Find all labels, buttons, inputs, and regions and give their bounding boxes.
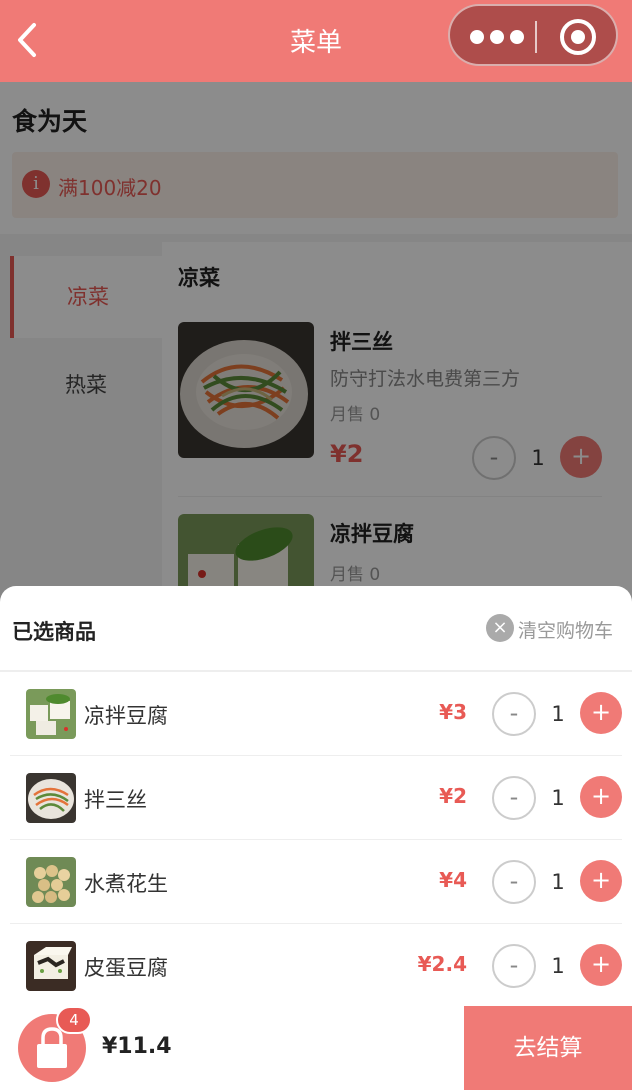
- increase-button[interactable]: +: [580, 692, 622, 734]
- cart-item-price: ¥4: [439, 868, 467, 892]
- increase-button[interactable]: +: [580, 944, 622, 986]
- clear-cart-label: 清空购物车: [518, 620, 614, 642]
- cart-item-name: 拌三丝: [84, 788, 147, 812]
- increase-button[interactable]: +: [580, 776, 622, 818]
- capsule-divider: [535, 21, 537, 53]
- cart-item: 皮蛋豆腐 ¥2.4 - 1 +: [10, 924, 622, 1006]
- cart-item-image: [26, 689, 76, 739]
- target-circle-icon[interactable]: [560, 19, 596, 55]
- cart-item-name: 皮蛋豆腐: [84, 956, 168, 980]
- bottom-cart-bar: 4 ¥11.4 去结算: [0, 1006, 632, 1090]
- decrease-button[interactable]: -: [492, 944, 536, 988]
- quantity-stepper: - 1 +: [492, 776, 622, 820]
- total-price: ¥11.4: [102, 1034, 172, 1059]
- quantity-value: 1: [551, 954, 565, 978]
- cart-count-badge: 4: [56, 1006, 92, 1034]
- clear-cart-button[interactable]: × 清空购物车: [486, 614, 618, 644]
- cart-item-name: 凉拌豆腐: [84, 704, 168, 728]
- quantity-stepper: - 1 +: [492, 944, 622, 988]
- quantity-value: 1: [551, 786, 565, 810]
- cart-item: 凉拌豆腐 ¥3 - 1 +: [10, 672, 622, 756]
- quantity-value: 1: [551, 870, 565, 894]
- decrease-button[interactable]: -: [492, 860, 536, 904]
- quantity-stepper: - 1 +: [492, 860, 622, 904]
- cart-item-price: ¥3: [439, 700, 467, 724]
- checkout-button[interactable]: 去结算: [464, 1006, 632, 1090]
- cart-item-image: [26, 773, 76, 823]
- nav-bar: 菜单: [0, 0, 632, 82]
- cart-item: 拌三丝 ¥2 - 1 +: [10, 756, 622, 840]
- decrease-button[interactable]: -: [492, 692, 536, 736]
- cart-item-price: ¥2: [439, 784, 467, 808]
- quantity-value: 1: [551, 702, 565, 726]
- cart-item-name: 水煮花生: [84, 872, 168, 896]
- quantity-stepper: - 1 +: [492, 692, 622, 736]
- decrease-button[interactable]: -: [492, 776, 536, 820]
- cart-item-image: [26, 857, 76, 907]
- cart-item: 水煮花生 ¥4 - 1 +: [10, 840, 622, 924]
- cart-title: 已选商品: [12, 620, 96, 644]
- cart-popup: 已选商品 × 清空购物车 凉拌豆腐 ¥3 - 1 + 拌三丝 ¥2 - 1 +: [0, 586, 632, 1006]
- mini-program-capsule: [448, 4, 618, 66]
- increase-button[interactable]: +: [580, 860, 622, 902]
- cart-item-price: ¥2.4: [417, 952, 467, 976]
- more-dots-icon[interactable]: [470, 30, 530, 44]
- close-circle-icon: ×: [486, 614, 514, 642]
- cart-item-image: [26, 941, 76, 991]
